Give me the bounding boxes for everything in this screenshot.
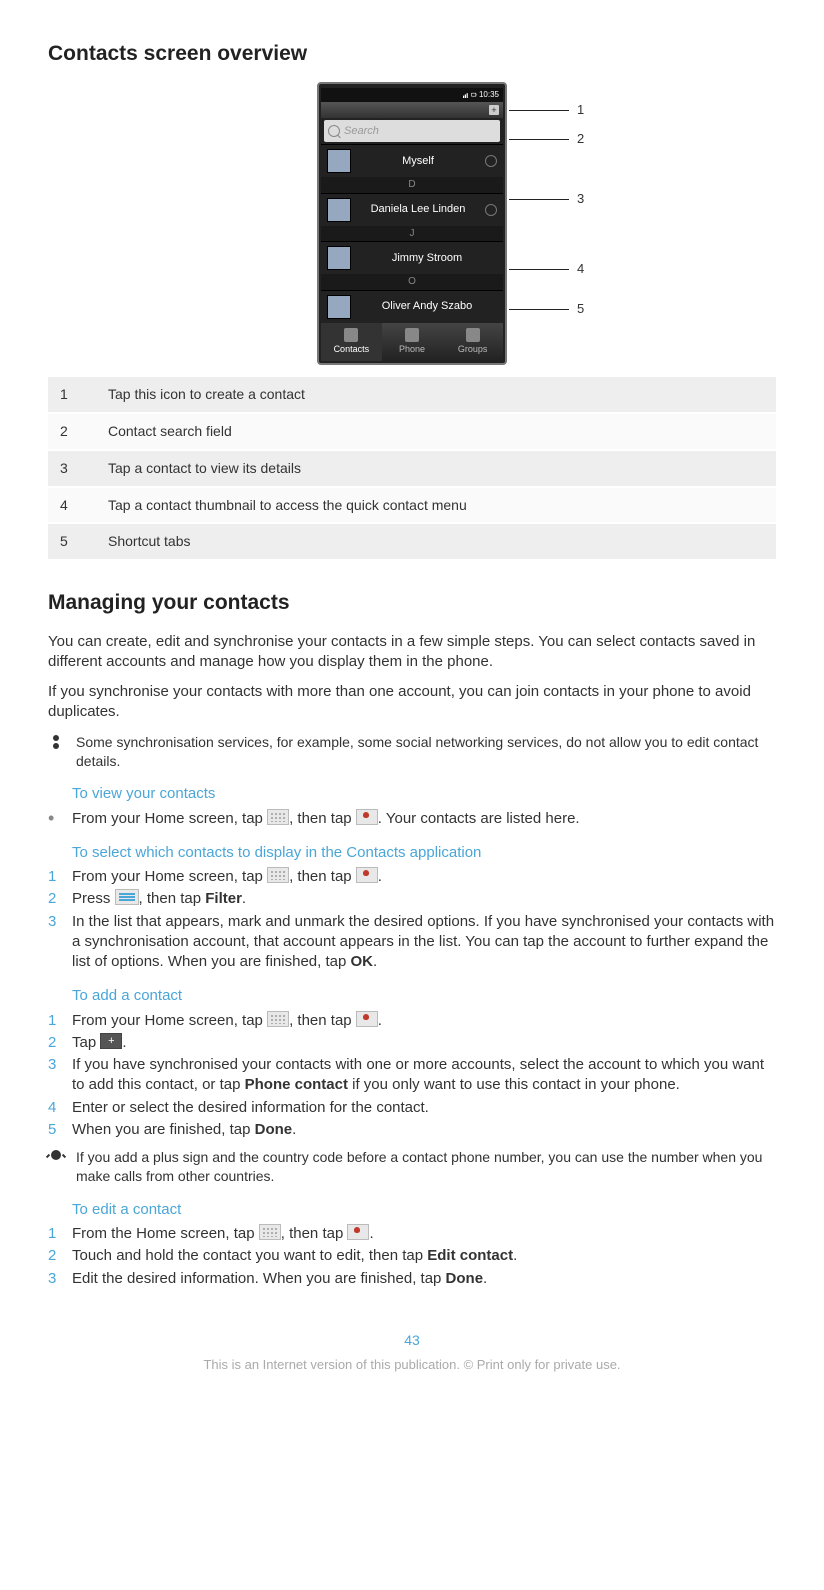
add-contact-icon [100,1033,122,1049]
procedure-step: 1 From your Home screen, tap , then tap … [48,867,776,887]
contacts-app-icon [356,867,378,883]
procedure-step: 1 From the Home screen, tap , then tap . [48,1224,776,1244]
callout-number: 4 [577,260,584,278]
info-icon [48,733,64,741]
procedure-step: 3 In the list that appears, mark and unm… [48,912,776,973]
contact-row: Myself [321,144,503,177]
procedure-step: 2 Touch and hold the contact you want to… [48,1246,776,1266]
step-number: 2 [48,889,72,909]
phone-statusbar: 10:35 [321,88,503,102]
apps-grid-icon [267,1011,289,1027]
overview-figure: 10:35 + Search Myself D Daniela Lee Lind… [48,82,776,365]
contact-name: Daniela Lee Linden [357,202,479,217]
managing-title: Managing your contacts [48,589,776,617]
procedure-step: 3 Edit the desired information. When you… [48,1269,776,1289]
procedure-step: 5 When you are finished, tap Done. [48,1120,776,1140]
contact-thumb [327,149,351,173]
legend-row: 5Shortcut tabs [48,523,776,560]
page-number: 43 [48,1331,776,1350]
contact-name: Jimmy Stroom [357,251,497,266]
procedure-step: 2 Tap . [48,1033,776,1053]
contact-name: Oliver Andy Szabo [357,299,497,314]
step-bullet: • [48,809,72,829]
contact-row: Daniela Lee Linden [321,193,503,226]
phone-search-field: Search [324,120,500,142]
step-number: 3 [48,1055,72,1096]
contacts-app-icon [347,1224,369,1240]
callout-number: 3 [577,190,584,208]
quick-contact-icon [485,155,497,167]
step-number: 2 [48,1246,72,1266]
callout-number: 2 [577,130,584,148]
overview-legend-table: 1Tap this icon to create a contact 2Cont… [48,377,776,561]
callout-number: 5 [577,300,584,318]
tab-groups: Groups [442,323,503,361]
step-number: 3 [48,912,72,973]
tip-icon [48,1148,64,1160]
note-text: If you add a plus sign and the country c… [76,1148,776,1186]
search-icon [328,125,340,137]
search-placeholder: Search [344,124,379,139]
overview-title: Contacts screen overview [48,40,776,68]
figure-callouts: 1 2 3 4 5 [509,82,599,365]
contacts-app-icon [356,1011,378,1027]
step-number: 1 [48,1224,72,1244]
step-number: 4 [48,1098,72,1118]
legend-row: 1Tap this icon to create a contact [48,377,776,413]
legend-row: 2Contact search field [48,413,776,450]
section-header: D [321,177,503,193]
contact-thumb [327,246,351,270]
phone-screenshot: 10:35 + Search Myself D Daniela Lee Lind… [317,82,507,365]
contact-name: Myself [357,154,479,169]
step-number: 3 [48,1269,72,1289]
contact-thumb [327,295,351,319]
legend-row: 4Tap a contact thumbnail to access the q… [48,487,776,524]
managing-paragraph: You can create, edit and synchronise you… [48,632,776,673]
footer-text: This is an Internet version of this publ… [48,1356,776,1374]
apps-grid-icon [267,809,289,825]
step-number: 5 [48,1120,72,1140]
add-contact-icon: + [489,105,499,115]
phone-add-contact-row: + [321,102,503,118]
section-header: O [321,274,503,290]
callout-number: 1 [577,101,584,119]
contact-row: Oliver Andy Szabo [321,290,503,323]
tab-contacts: Contacts [321,323,382,361]
contact-row: Jimmy Stroom [321,241,503,274]
contacts-app-icon [356,809,378,825]
procedure-step: 1 From your Home screen, tap , then tap … [48,1011,776,1031]
tip-note: If you add a plus sign and the country c… [48,1148,776,1186]
contact-thumb [327,198,351,222]
phone-tab-bar: Contacts Phone Groups [321,323,503,361]
subheading-edit-contact: To edit a contact [72,1200,776,1220]
procedure-step: 2 Press , then tap Filter. [48,889,776,909]
apps-grid-icon [259,1224,281,1240]
procedure-step: 4 Enter or select the desired informatio… [48,1098,776,1118]
menu-key-icon [115,889,139,905]
contact-list: Myself D Daniela Lee Linden J Jimmy Stro… [321,144,503,323]
info-note: Some synchronisation services, for examp… [48,733,776,771]
step-number: 1 [48,1011,72,1031]
step-number: 2 [48,1033,72,1053]
procedure-step: 3 If you have synchronised your contacts… [48,1055,776,1096]
subheading-add-contact: To add a contact [72,986,776,1006]
step-number: 1 [48,867,72,887]
tab-phone: Phone [382,323,443,361]
section-header: J [321,226,503,242]
subheading-select-contacts: To select which contacts to display in t… [72,843,776,863]
procedure-step: • From your Home screen, tap , then tap … [48,809,776,829]
quick-contact-icon [485,204,497,216]
note-text: Some synchronisation services, for examp… [76,733,776,771]
legend-row: 3Tap a contact to view its details [48,450,776,487]
statusbar-time: 10:35 [479,90,499,101]
subheading-view-contacts: To view your contacts [72,784,776,804]
managing-paragraph: If you synchronise your contacts with mo… [48,682,776,723]
apps-grid-icon [267,867,289,883]
